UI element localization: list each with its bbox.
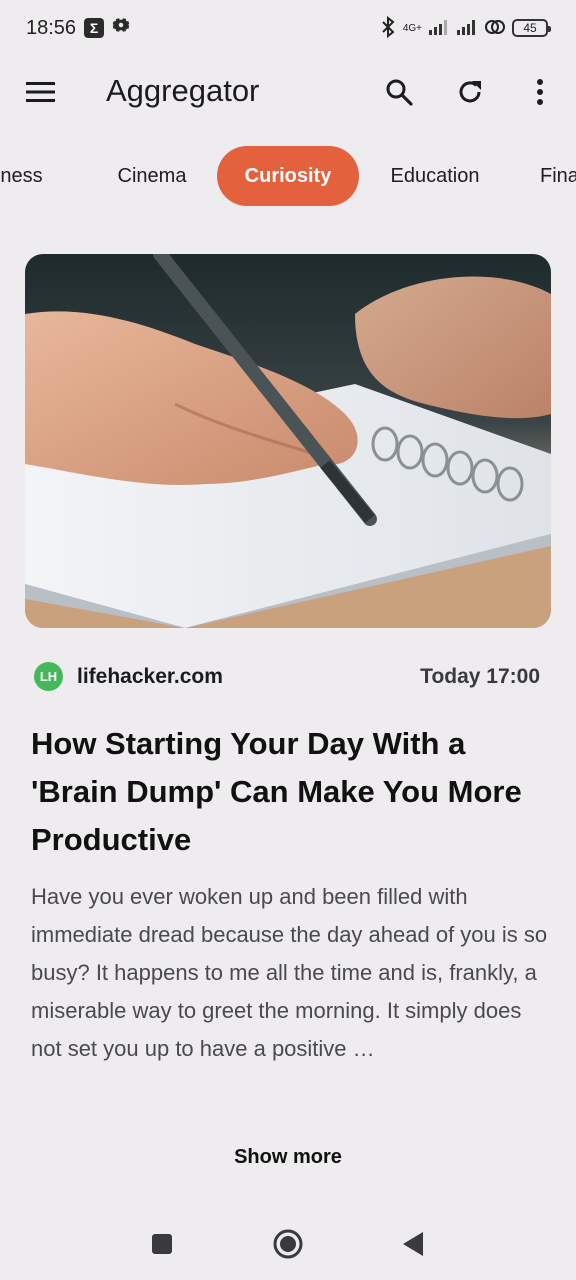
article-meta: LH lifehacker.com Today 17:00 (34, 660, 540, 694)
category-tabs: Business Cinema Curiosity Education Fina… (0, 146, 576, 206)
status-time: 18:56 (26, 16, 77, 39)
hand-writing-notebook-illustration (25, 254, 551, 628)
tab-education[interactable]: Education (372, 146, 498, 206)
search-button[interactable] (373, 66, 425, 118)
status-left: 18:56 Σ (26, 16, 130, 40)
back-button[interactable] (389, 1224, 437, 1264)
article-image[interactable] (25, 254, 551, 628)
recents-button[interactable] (138, 1224, 186, 1264)
link-icon (484, 18, 506, 39)
battery-level: 45 (523, 21, 537, 35)
home-button[interactable] (264, 1224, 312, 1264)
tab-label: Curiosity (244, 164, 332, 187)
square-recents-icon (152, 1234, 172, 1254)
circle-home-icon (273, 1229, 303, 1259)
app-title: Aggregator (106, 73, 260, 108)
source-logo-icon: LH (34, 662, 63, 691)
settings-gear-icon (112, 16, 130, 40)
menu-button[interactable] (15, 66, 67, 118)
bluetooth-icon (379, 15, 397, 41)
tab-finance[interactable]: Finance (524, 146, 576, 206)
article-excerpt[interactable]: Have you ever woken up and been filled w… (31, 878, 551, 1070)
more-vertical-icon (537, 79, 543, 105)
refresh-button[interactable] (444, 66, 496, 118)
signal-2-icon (456, 18, 478, 39)
signal-icon (428, 18, 450, 39)
tab-label: Cinema (117, 164, 187, 187)
tab-cinema[interactable]: Cinema (100, 146, 204, 206)
app-bar: Aggregator (0, 56, 576, 128)
triangle-back-icon (403, 1232, 423, 1256)
tab-label: Finance (540, 164, 576, 187)
tab-label: Business (0, 164, 43, 187)
tab-business[interactable]: Business (0, 146, 82, 206)
system-nav-bar (0, 1210, 576, 1280)
network-type: 4G+ (402, 22, 422, 34)
refresh-icon (459, 81, 481, 103)
hamburger-menu-icon (26, 82, 55, 102)
tab-label: Education (390, 164, 480, 187)
battery-icon: 45 (512, 19, 551, 37)
sigma-icon: Σ (84, 18, 105, 38)
article-title[interactable]: How Starting Your Day With a 'Brain Dump… (31, 720, 551, 864)
more-options-button[interactable] (514, 66, 566, 118)
status-right: 4G+ 45 (379, 15, 551, 41)
source-name[interactable]: lifehacker.com (77, 665, 223, 689)
search-icon (386, 79, 413, 106)
status-bar: 18:56 Σ 4G+ 45 (0, 0, 576, 56)
article-time: Today 17:00 (420, 665, 540, 688)
tab-curiosity[interactable]: Curiosity (217, 146, 359, 206)
show-more-button[interactable]: Show more (0, 1146, 576, 1169)
